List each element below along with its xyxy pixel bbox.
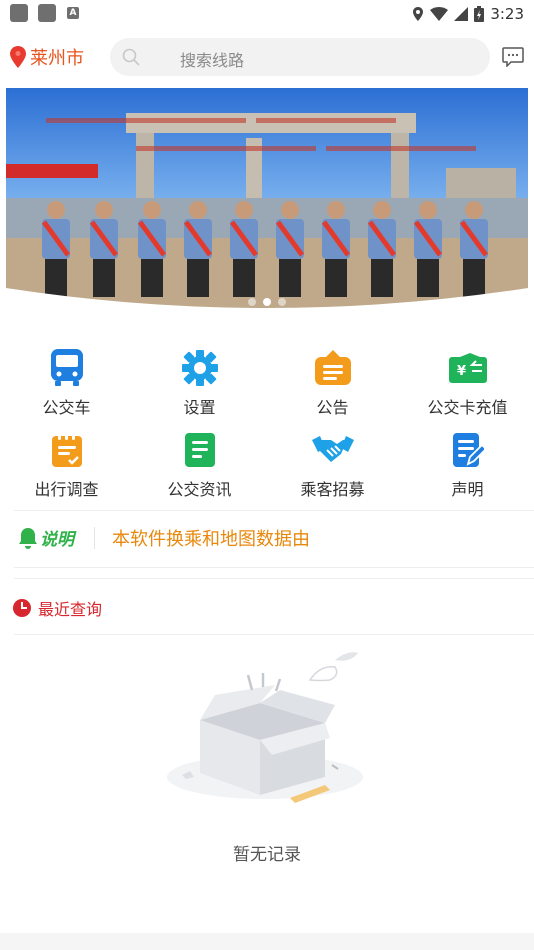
notice-bar[interactable]: 说明 本软件换乘和地图数据由 xyxy=(14,510,534,563)
menu-item-settings[interactable]: 设置 xyxy=(133,348,266,418)
search-placeholder: 搜索线路 xyxy=(180,51,245,70)
menu-label: 设置 xyxy=(183,398,216,417)
announcement-icon xyxy=(314,350,351,385)
banner-carousel[interactable] xyxy=(6,88,528,310)
battery-icon xyxy=(474,6,485,22)
carousel-indicator xyxy=(6,298,528,306)
menu-label: 公交资讯 xyxy=(167,480,232,499)
app-notification-icon xyxy=(38,4,56,22)
notice-logo: 说明 xyxy=(18,525,74,550)
wifi-icon xyxy=(430,7,449,21)
gear-icon xyxy=(181,350,218,386)
menu-item-card-recharge[interactable]: ¥ 公交卡充值 xyxy=(401,348,534,418)
clock: 3:23 xyxy=(490,5,524,23)
empty-box-illustration xyxy=(167,652,363,803)
news-icon xyxy=(184,433,215,467)
header: 莱州市 搜索线路 xyxy=(0,38,534,78)
menu-item-survey[interactable]: 出行调查 xyxy=(0,430,133,500)
divider xyxy=(14,567,534,568)
clock-icon xyxy=(13,599,31,617)
notification-a-icon: A xyxy=(67,7,79,19)
app-notification-icon xyxy=(10,4,28,22)
menu-label: 声明 xyxy=(451,480,484,499)
menu-item-news[interactable]: 公交资讯 xyxy=(133,430,266,500)
wallet-icon: ¥ xyxy=(448,353,487,383)
recent-title: 最近查询 xyxy=(38,600,103,619)
menu-item-announcement[interactable]: 公告 xyxy=(266,348,399,418)
map-pin-icon xyxy=(10,46,26,68)
bus-icon xyxy=(50,349,83,386)
menu-label: 公交卡充值 xyxy=(427,398,508,417)
divider xyxy=(14,634,534,635)
menu-label: 公告 xyxy=(316,398,349,417)
menu-label: 乘客招募 xyxy=(300,480,365,499)
statement-icon xyxy=(452,433,484,467)
bell-icon xyxy=(19,527,37,549)
menu-label: 出行调查 xyxy=(34,480,99,499)
city-name: 莱州市 xyxy=(30,48,84,69)
carousel-dot[interactable] xyxy=(248,298,256,306)
menu-label: 公交车 xyxy=(42,398,91,417)
menu-item-recruit[interactable]: 乘客招募 xyxy=(266,430,399,500)
notice-logo-text: 说明 xyxy=(40,530,74,550)
message-icon[interactable] xyxy=(502,47,524,67)
notice-divider xyxy=(94,527,95,549)
banner-photo xyxy=(6,88,528,310)
recent-header: 最近查询 xyxy=(12,596,102,620)
carousel-dot-active[interactable] xyxy=(263,298,271,306)
survey-icon xyxy=(51,433,82,467)
divider xyxy=(14,578,534,579)
location-icon xyxy=(413,7,424,21)
carousel-dot[interactable] xyxy=(278,298,286,306)
handshake-icon xyxy=(311,436,354,462)
search-input[interactable]: 搜索线路 xyxy=(110,38,490,76)
status-bar: A 3:23 xyxy=(0,0,534,30)
cell-signal-icon xyxy=(454,7,469,21)
empty-state-text: 暂无记录 xyxy=(233,845,301,865)
menu-item-statement[interactable]: 声明 xyxy=(401,430,534,500)
bottom-strip xyxy=(0,933,534,950)
search-icon xyxy=(122,48,140,66)
menu-item-bus[interactable]: 公交车 xyxy=(0,348,133,418)
city-selector[interactable]: 莱州市 xyxy=(10,44,84,70)
notice-text: 本软件换乘和地图数据由 xyxy=(112,529,310,550)
svg-text:¥: ¥ xyxy=(457,364,466,379)
